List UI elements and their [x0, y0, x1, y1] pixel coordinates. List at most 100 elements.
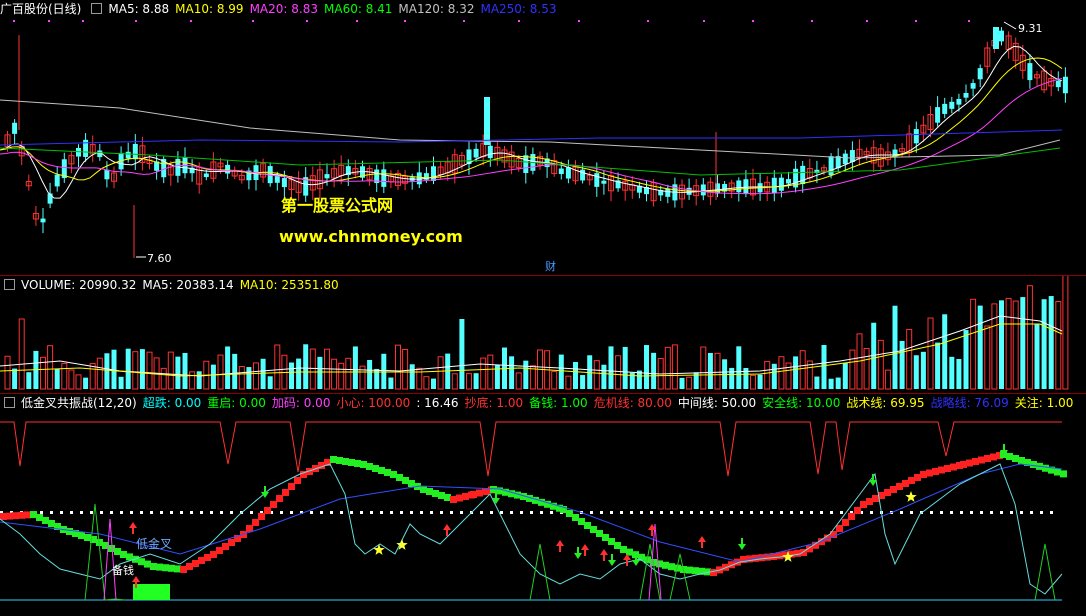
marker-dot	[13, 20, 15, 22]
volume-bar	[615, 355, 622, 390]
middle-dotted-line	[750, 511, 753, 514]
volume-bar	[182, 352, 188, 389]
volume-bar	[331, 358, 338, 390]
middle-dotted-line	[530, 511, 533, 514]
candle-body	[970, 83, 976, 89]
golden-cross-label: 低金叉	[136, 536, 172, 551]
volume-bar	[778, 356, 785, 390]
low-price-label: 7.60	[147, 252, 172, 265]
volume-bar	[1034, 324, 1040, 389]
trend-band-block	[1018, 457, 1025, 464]
candle-body	[956, 98, 962, 105]
middle-dotted-line	[90, 511, 93, 514]
volume-panel[interactable]: VOLUME: 20990.32 MA5: 20383.14 MA10: 25351…	[0, 276, 1086, 393]
candle-body	[558, 168, 564, 175]
candle-body	[1062, 76, 1068, 94]
trend-band-block	[566, 510, 573, 517]
middle-dotted-line	[380, 511, 383, 514]
trend-band-block	[978, 456, 985, 464]
sell-arrow-icon	[608, 554, 616, 566]
middle-dotted-line	[520, 511, 523, 514]
trend-band-block	[656, 560, 663, 568]
marker-dot	[356, 20, 358, 22]
trend-band-block	[198, 557, 205, 564]
trend-band-block	[66, 528, 73, 535]
volume-bar	[828, 378, 834, 389]
middle-dotted-line	[400, 511, 403, 514]
volume-bar	[26, 372, 32, 389]
toggle-box-icon[interactable]	[4, 397, 15, 408]
volume-bar	[935, 342, 941, 389]
trend-band-block	[126, 553, 133, 561]
candle-body	[416, 172, 422, 185]
indicator-header: 低金叉共振战(12,20) 超跌: 0.00 重启: 0.00 加码: 0.00 小心:…	[0, 394, 1085, 412]
trend-band-block	[42, 517, 49, 524]
candle-body	[786, 179, 791, 184]
price-chart-panel[interactable]: 广百股份(日线) MA5: 8.88 MA10: 8.99 MA20: 8.83 MA6…	[0, 0, 1086, 275]
middle-dotted-line	[620, 511, 623, 514]
trend-band-block	[180, 566, 187, 573]
volume-header: VOLUME: 20990.32 MA5: 20383.14 MA10: 25351…	[0, 276, 351, 294]
volume-bar	[664, 346, 671, 390]
trend-band-block	[572, 514, 579, 521]
candle-body	[580, 169, 586, 181]
volume-bar	[253, 362, 259, 390]
middle-dotted-line	[230, 511, 233, 514]
volume-bar	[1041, 299, 1047, 389]
volume-bar	[196, 371, 202, 389]
volume-bar	[927, 317, 934, 390]
middle-dotted-line	[830, 511, 833, 514]
volume-bar	[473, 373, 479, 389]
middle-dotted-line	[210, 511, 213, 514]
volume-bar	[423, 376, 430, 390]
trend-band-block	[854, 507, 861, 514]
trend-band-block	[470, 491, 477, 498]
middle-dotted-line	[50, 511, 53, 514]
trend-band-block	[186, 563, 193, 570]
volume-bar	[4, 355, 11, 390]
volume-bar	[984, 325, 991, 390]
ma-label: MA60: 8.41	[324, 2, 393, 16]
volume-bar	[970, 298, 977, 390]
candlestick-chart[interactable]: 9.31 7.60 财	[0, 0, 1086, 275]
middle-dotted-line	[760, 511, 763, 514]
candle-body	[54, 174, 60, 187]
middle-dotted-line	[180, 511, 183, 514]
candle-body	[963, 92, 969, 98]
toggle-box-icon[interactable]	[91, 3, 103, 14]
middle-dotted-line	[840, 511, 843, 514]
volume-bar	[863, 347, 870, 390]
volume-bar	[1012, 300, 1019, 390]
toggle-box-icon[interactable]	[4, 279, 15, 290]
candle-body	[700, 184, 706, 196]
middle-dotted-line	[930, 511, 933, 514]
trend-band-block	[222, 543, 229, 550]
middle-dotted-line	[780, 511, 783, 514]
candle-body	[949, 101, 955, 109]
indicator-label: 战略线: 76.09	[930, 396, 1009, 410]
volume-bar	[580, 375, 586, 389]
volume-bar	[622, 346, 628, 389]
candle-body	[736, 180, 742, 193]
volume-label: MA5: 20383.14	[142, 278, 234, 292]
trend-band-block	[276, 495, 283, 502]
indicator-chart[interactable]: 低金叉备钱	[0, 394, 1086, 616]
volume-bar	[480, 357, 487, 390]
trend-band-block	[908, 477, 915, 484]
trend-band-block	[462, 493, 469, 500]
star-icon	[905, 491, 917, 502]
middle-dotted-line	[710, 511, 713, 514]
trend-band-block	[914, 474, 921, 481]
volume-bar	[47, 345, 54, 390]
trend-band-block	[842, 519, 849, 526]
middle-dotted-line	[550, 511, 553, 514]
trend-band-block	[1060, 470, 1067, 478]
danger-line	[0, 421, 1062, 477]
trend-band-block	[960, 461, 967, 468]
volume-bar	[906, 329, 913, 390]
volume-bar	[593, 360, 600, 390]
finance-marker: 财	[545, 259, 556, 273]
middle-dotted-line	[410, 511, 413, 514]
volume-bar	[899, 340, 905, 389]
indicator-panel[interactable]: 低金叉共振战(12,20) 超跌: 0.00 重启: 0.00 加码: 0.00 小心:…	[0, 394, 1086, 616]
